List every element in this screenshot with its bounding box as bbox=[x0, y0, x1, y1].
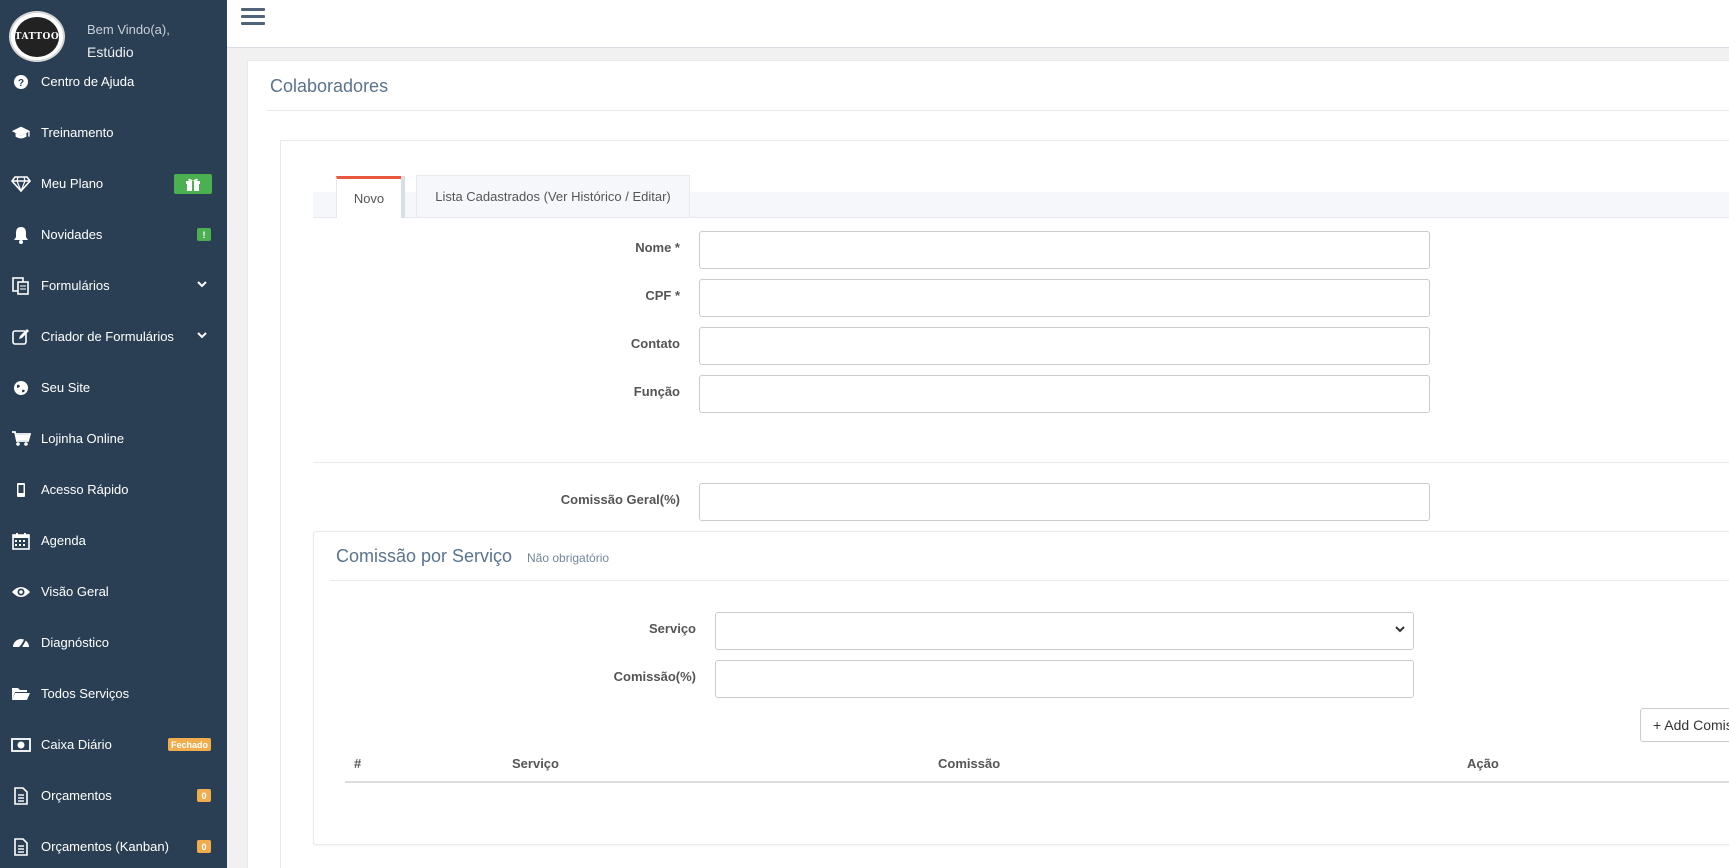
chevron-down-icon bbox=[197, 280, 207, 291]
sidebar-item-label: Orçamentos bbox=[41, 788, 112, 803]
mobile-icon bbox=[11, 480, 31, 500]
table-header-divider bbox=[345, 781, 1729, 783]
bell-icon bbox=[11, 225, 31, 245]
sidebar-item-diagnostico[interactable]: Diagnóstico bbox=[0, 617, 227, 668]
sidebar-item-agenda[interactable]: Agenda bbox=[0, 515, 227, 566]
chevron-down-icon bbox=[197, 331, 207, 342]
welcome-text: Bem Vindo(a), bbox=[87, 22, 170, 37]
cart-icon bbox=[11, 429, 31, 449]
sidebar-item-label: Formulários bbox=[41, 278, 110, 293]
contato-label: Contato bbox=[630, 336, 680, 351]
globe-icon bbox=[11, 378, 31, 398]
panel-divider bbox=[330, 580, 1729, 581]
chevron-down-icon bbox=[1395, 624, 1405, 636]
svg-text:?: ? bbox=[18, 78, 24, 89]
sidebar-item-orcamentos-kanban[interactable]: Orçamentos (Kanban) 0 bbox=[0, 821, 227, 868]
servico-select[interactable] bbox=[715, 612, 1414, 650]
dashboard-icon bbox=[11, 633, 31, 653]
tab-novo[interactable]: Novo bbox=[336, 176, 401, 218]
edit-icon bbox=[11, 327, 31, 347]
section-divider bbox=[313, 462, 1729, 463]
sidebar-item-label: Centro de Ajuda bbox=[41, 74, 135, 89]
funcao-label: Função bbox=[633, 384, 680, 399]
table-header-acao: Ação bbox=[1467, 756, 1499, 771]
sidebar-item-criador-de-formularios[interactable]: Criador de Formulários bbox=[0, 311, 227, 362]
sidebar-item-label: Diagnóstico bbox=[41, 635, 109, 650]
comissao-geral-label: Comissão Geral(%) bbox=[560, 492, 680, 507]
diamond-icon bbox=[11, 174, 31, 194]
sidebar-item-label: Todos Serviços bbox=[41, 686, 130, 701]
comissao-percent-field[interactable] bbox=[715, 660, 1414, 698]
menu-toggle-icon[interactable] bbox=[241, 8, 265, 28]
calendar-icon bbox=[11, 531, 31, 551]
money-icon bbox=[11, 735, 31, 755]
sidebar-item-treinamento[interactable]: Treinamento bbox=[0, 107, 227, 158]
funcao-field[interactable] bbox=[699, 375, 1430, 413]
top-nav bbox=[227, 0, 1729, 48]
sidebar-item-caixa-diario[interactable]: Caixa Diário Fechado bbox=[0, 719, 227, 770]
sidebar-item-orcamentos[interactable]: Orçamentos 0 bbox=[0, 770, 227, 821]
sidebar-item-label: Treinamento bbox=[41, 125, 114, 140]
sidebar-item-seu-site[interactable]: Seu Site bbox=[0, 362, 227, 413]
folder-open-icon bbox=[11, 684, 31, 704]
optional-note: Não obrigatório bbox=[527, 551, 610, 565]
question-circle-icon: ? bbox=[11, 72, 31, 92]
sidebar-item-acesso-rapido[interactable]: Acesso Rápido bbox=[0, 464, 227, 515]
sidebar-item-meu-plano[interactable]: Meu Plano bbox=[0, 158, 227, 209]
sidebar-item-label: Acesso Rápido bbox=[41, 482, 129, 497]
eye-icon bbox=[11, 582, 31, 602]
table-header-index: # bbox=[354, 756, 362, 771]
document-icon bbox=[11, 837, 31, 857]
count-badge: 0 bbox=[197, 789, 211, 802]
avatar-logo: TATTOO bbox=[15, 16, 59, 57]
graduation-cap-icon bbox=[11, 123, 31, 143]
avatar[interactable]: TATTOO bbox=[9, 11, 65, 62]
sidebar-item-lojinha-online[interactable]: Lojinha Online bbox=[0, 413, 227, 464]
sidebar-menu: ? Centro de Ajuda Treinamento Meu Plano … bbox=[0, 56, 227, 868]
sidebar-item-label: Lojinha Online bbox=[41, 431, 125, 446]
sidebar-item-label: Seu Site bbox=[41, 380, 91, 395]
cpf-label: CPF * bbox=[645, 288, 680, 303]
sidebar-item-visao-geral[interactable]: Visão Geral bbox=[0, 566, 227, 617]
sidebar-item-label: Novidades bbox=[41, 227, 103, 242]
sidebar-item-label: Criador de Formulários bbox=[41, 329, 174, 344]
comissao-geral-field[interactable] bbox=[699, 483, 1430, 521]
table-header-comissao: Comissão bbox=[938, 756, 1001, 771]
sidebar-item-todos-servicos[interactable]: Todos Serviços bbox=[0, 668, 227, 719]
nome-label: Nome * bbox=[635, 240, 680, 255]
files-icon bbox=[11, 276, 31, 296]
page-title: Colaboradores bbox=[270, 76, 389, 96]
add-comissao-button[interactable]: + Add Comis bbox=[1640, 708, 1729, 742]
sidebar-item-novidades[interactable]: Novidades ! bbox=[0, 209, 227, 260]
gift-icon bbox=[174, 173, 212, 194]
nome-field[interactable] bbox=[699, 231, 1430, 269]
notification-badge: ! bbox=[197, 228, 211, 241]
comissao-servico-title: Comissão por Serviço bbox=[336, 546, 513, 566]
title-divider bbox=[266, 110, 1729, 111]
sidebar-item-label: Meu Plano bbox=[41, 176, 104, 191]
sidebar-item-label: Visão Geral bbox=[41, 584, 109, 599]
cpf-field[interactable] bbox=[699, 279, 1430, 317]
status-badge: Fechado bbox=[167, 738, 211, 751]
sidebar-item-label: Orçamentos (Kanban) bbox=[41, 839, 169, 854]
sidebar-item-label: Agenda bbox=[41, 533, 86, 548]
comissao-percent-label: Comissão(%) bbox=[613, 669, 696, 684]
sidebar-item-label: Caixa Diário bbox=[41, 737, 112, 752]
table-header-servico: Serviço bbox=[512, 756, 559, 771]
contato-field[interactable] bbox=[699, 327, 1430, 365]
count-badge: 0 bbox=[197, 840, 211, 853]
document-icon bbox=[11, 786, 31, 806]
sidebar-item-centro-de-ajuda[interactable]: ? Centro de Ajuda bbox=[0, 56, 227, 107]
sidebar-item-formularios[interactable]: Formulários bbox=[0, 260, 227, 311]
tab-lista-cadastrados[interactable]: Lista Cadastrados (Ver Histórico / Edita… bbox=[416, 175, 690, 217]
servico-label: Serviço bbox=[649, 621, 696, 636]
sidebar: TATTOO Bem Vindo(a), Estúdio ? Centro de… bbox=[0, 0, 227, 868]
